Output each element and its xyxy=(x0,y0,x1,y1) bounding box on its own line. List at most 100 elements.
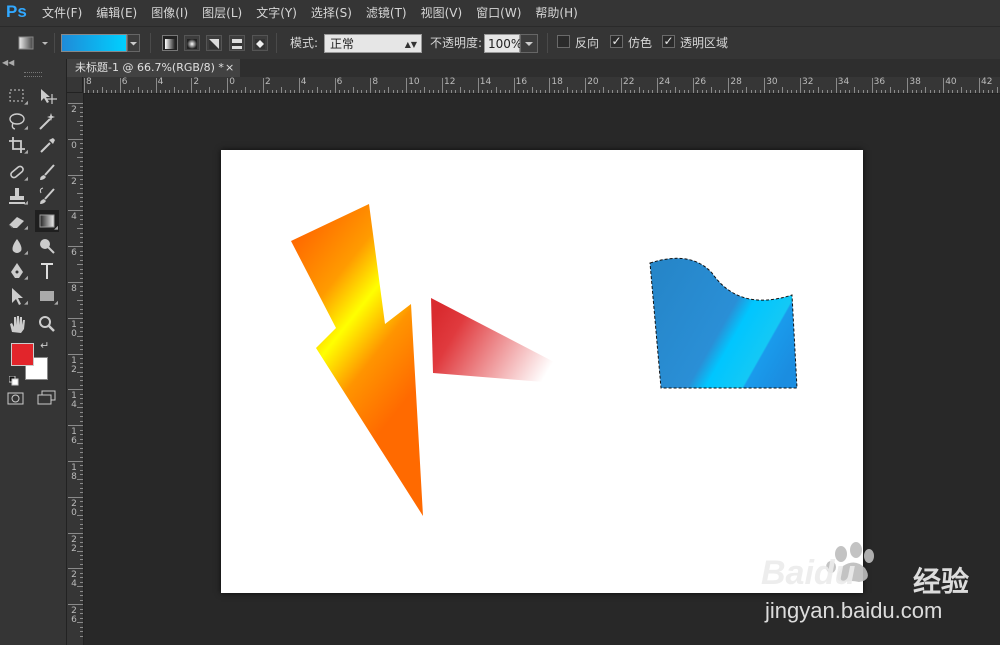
tab-strip xyxy=(240,59,1000,77)
ruler-tick xyxy=(397,90,399,93)
ruler-tick xyxy=(80,188,83,190)
ruler-tick xyxy=(80,577,83,579)
gradient-picker-dropdown[interactable] xyxy=(127,34,140,52)
transparency-label: 透明区域 xyxy=(680,36,729,50)
move-tool[interactable] xyxy=(35,85,59,107)
ruler-label: 0 xyxy=(229,77,235,87)
menu-image[interactable]: 图像(I) xyxy=(151,0,188,26)
opacity-dropdown[interactable] xyxy=(520,34,538,53)
reflected-gradient-button[interactable] xyxy=(229,35,245,51)
ruler-tick xyxy=(965,90,967,93)
healing-brush-tool[interactable]: ◢ xyxy=(5,161,29,183)
menu-file[interactable]: 文件(F) xyxy=(42,0,82,26)
ruler-tick xyxy=(80,617,83,619)
mode-select[interactable]: 正常 ▲▼ xyxy=(324,34,422,53)
document-tab[interactable]: 未标题-1 @ 66.7%(RGB/8) * × xyxy=(67,59,241,77)
ruler-tick xyxy=(80,232,83,234)
screen-mode-button[interactable] xyxy=(37,390,57,410)
dither-checkbox[interactable]: ✓ xyxy=(610,35,623,48)
radial-gradient-button[interactable] xyxy=(184,35,200,51)
eraser-tool[interactable]: ◢ xyxy=(5,210,29,232)
menu-edit[interactable]: 编辑(E) xyxy=(96,0,137,26)
blue-selection-shape[interactable] xyxy=(650,258,797,388)
ruler-tick xyxy=(80,250,83,252)
brush-tool[interactable] xyxy=(35,161,59,183)
ruler-label: 28 xyxy=(730,77,742,87)
gradient-editor[interactable] xyxy=(61,34,127,52)
path-selection-tool[interactable]: ◢ xyxy=(5,285,29,307)
ruler-tick xyxy=(500,90,502,93)
watermark-brand-text: Baidu xyxy=(761,554,856,592)
ruler-tick xyxy=(80,125,83,127)
ruler-tick xyxy=(80,380,83,382)
ruler-tick xyxy=(80,241,83,243)
swap-colors-icon[interactable]: ↵ xyxy=(40,339,49,352)
ruler-tick xyxy=(486,90,488,93)
type-tool[interactable] xyxy=(35,260,59,282)
dodge-tool[interactable] xyxy=(35,235,59,257)
menu-layer[interactable]: 图层(L) xyxy=(202,0,242,26)
marquee-tool[interactable]: ◢ xyxy=(5,85,29,107)
crop-tool[interactable]: ◢ xyxy=(5,134,29,156)
quick-mask-button[interactable] xyxy=(7,391,25,410)
menu-filter[interactable]: 滤镜(T) xyxy=(366,0,407,26)
ruler-tick xyxy=(240,90,242,93)
blur-tool[interactable]: ◢ xyxy=(5,235,29,257)
close-icon[interactable]: × xyxy=(225,59,234,77)
panel-collapse-icon[interactable]: ◀◀ xyxy=(2,59,14,67)
opacity-input[interactable]: 100% xyxy=(484,34,522,53)
ruler-tick xyxy=(80,179,83,181)
default-colors-icon[interactable] xyxy=(8,371,19,386)
diamond-gradient-button[interactable] xyxy=(252,35,268,51)
ruler-tick xyxy=(77,622,83,624)
ruler-label: 18 xyxy=(551,77,563,87)
pen-tool[interactable]: ◢ xyxy=(5,260,29,282)
ruler-tick xyxy=(477,78,479,93)
ruler-tick xyxy=(634,90,636,93)
chevron-down-icon xyxy=(525,42,533,46)
lightning-bolt-shape[interactable] xyxy=(291,204,423,516)
ruler-tick xyxy=(800,78,801,93)
horizontal-ruler[interactable]: 8 6 4 2 0 2 4 6 8 10 12 14 16 18 20 22 24 26 28 30 32 34 36 38 4… xyxy=(83,77,1000,94)
ruler-tick xyxy=(974,90,976,93)
reverse-checkbox[interactable] xyxy=(557,35,570,48)
ruler-tick xyxy=(146,90,148,93)
menu-type[interactable]: 文字(Y) xyxy=(256,0,297,26)
history-brush-tool[interactable] xyxy=(35,185,59,207)
hand-tool[interactable] xyxy=(5,313,29,335)
linear-gradient-button[interactable] xyxy=(162,35,178,51)
ruler-tick xyxy=(714,90,716,93)
ruler-tick xyxy=(728,78,730,93)
document-canvas[interactable] xyxy=(221,150,863,593)
foreground-color-swatch[interactable] xyxy=(11,343,34,366)
panel-grip[interactable] xyxy=(24,72,42,77)
menu-help[interactable]: 帮助(H) xyxy=(535,0,577,26)
menu-view[interactable]: 视图(V) xyxy=(421,0,463,26)
lasso-tool[interactable]: ◢ xyxy=(5,110,29,132)
ruler-tick xyxy=(567,87,569,93)
menu-window[interactable]: 窗口(W) xyxy=(476,0,521,26)
ruler-tick xyxy=(495,87,497,93)
magic-wand-tool[interactable] xyxy=(35,110,59,132)
red-gradient-triangle[interactable] xyxy=(431,298,556,383)
screen-mode-icon xyxy=(37,390,56,405)
clone-stamp-tool[interactable]: ◢ xyxy=(5,185,29,207)
tool-preset-picker[interactable] xyxy=(18,35,50,51)
ruler-tick xyxy=(289,90,291,93)
angle-gradient-button[interactable] xyxy=(206,35,222,51)
ruler-tick xyxy=(889,87,891,93)
transparency-checkbox[interactable]: ✓ xyxy=(662,35,675,48)
zoom-tool[interactable] xyxy=(35,313,59,335)
menu-select[interactable]: 选择(S) xyxy=(311,0,352,26)
eyedropper-tool[interactable] xyxy=(35,134,59,156)
ruler-tick xyxy=(80,474,83,476)
ruler-tick xyxy=(764,78,766,93)
ruler-label: 8 xyxy=(71,472,77,482)
document-tab-title: 未标题-1 @ 66.7%(RGB/8) * xyxy=(75,61,224,74)
ruler-tick xyxy=(68,103,83,104)
rectangle-tool[interactable]: ◢ xyxy=(35,285,59,307)
gradient-tool[interactable]: ◢ xyxy=(35,210,59,232)
ruler-origin[interactable] xyxy=(67,77,83,93)
watermark-url: jingyan.baidu.com xyxy=(765,598,943,623)
vertical-ruler[interactable]: 202468101214161820222426 xyxy=(67,93,84,645)
